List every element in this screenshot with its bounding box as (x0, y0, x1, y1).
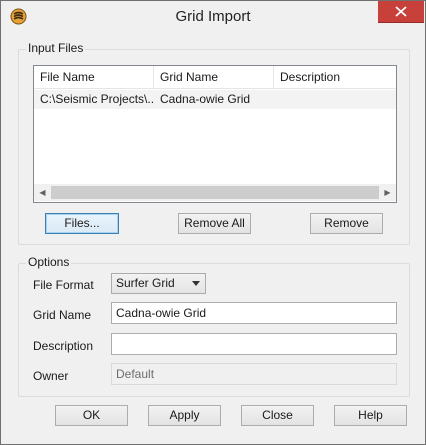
scrollbar-thumb[interactable] (51, 186, 379, 199)
list-cell-description (274, 90, 396, 109)
horizontal-scrollbar[interactable]: ◀ ▶ (34, 184, 396, 201)
help-button[interactable]: Help (334, 405, 407, 426)
input-files-list[interactable]: File Name Grid Name Description C:\Seism… (33, 65, 397, 203)
options-label: Options (26, 255, 72, 269)
grid-name-input[interactable]: Cadna-owie Grid (111, 302, 397, 324)
file-format-value: Surfer Grid (116, 276, 175, 290)
scroll-left-icon[interactable]: ◀ (34, 184, 51, 201)
list-cell-file-name: C:\Seismic Projects\... (40, 92, 154, 106)
chevron-down-icon (192, 281, 200, 286)
close-icon (395, 6, 407, 17)
description-input[interactable] (111, 333, 397, 355)
ok-button[interactable]: OK (55, 405, 128, 426)
window-title: Grid Import (175, 8, 251, 25)
column-header-file-name[interactable]: File Name (34, 66, 154, 88)
description-label: Description (33, 339, 94, 353)
list-header: File Name Grid Name Description (34, 66, 396, 89)
column-header-description[interactable]: Description (274, 66, 396, 88)
file-format-select[interactable]: Surfer Grid (111, 273, 206, 294)
remove-all-button[interactable]: Remove All (178, 213, 251, 234)
grid-name-label: Grid Name (33, 308, 92, 322)
list-item[interactable]: C:\Seismic Projects\... Cadna-owie Grid (34, 90, 396, 109)
list-cell-grid-name: Cadna-owie Grid (160, 92, 251, 106)
scroll-right-icon[interactable]: ▶ (379, 184, 396, 201)
apply-button[interactable]: Apply (148, 405, 221, 426)
owner-input: Default (111, 363, 397, 385)
column-header-grid-name[interactable]: Grid Name (154, 66, 274, 88)
grid-import-window: Grid Import Input Files File Name Grid N… (0, 0, 426, 445)
close-button[interactable]: Close (241, 405, 314, 426)
title-bar[interactable]: Grid Import (1, 1, 425, 31)
owner-label: Owner (33, 369, 69, 383)
remove-button[interactable]: Remove (310, 213, 383, 234)
input-files-label: Input Files (26, 41, 86, 55)
files-button[interactable]: Files... (45, 213, 119, 234)
file-format-label: File Format (33, 278, 94, 292)
window-close-button[interactable] (378, 1, 424, 23)
